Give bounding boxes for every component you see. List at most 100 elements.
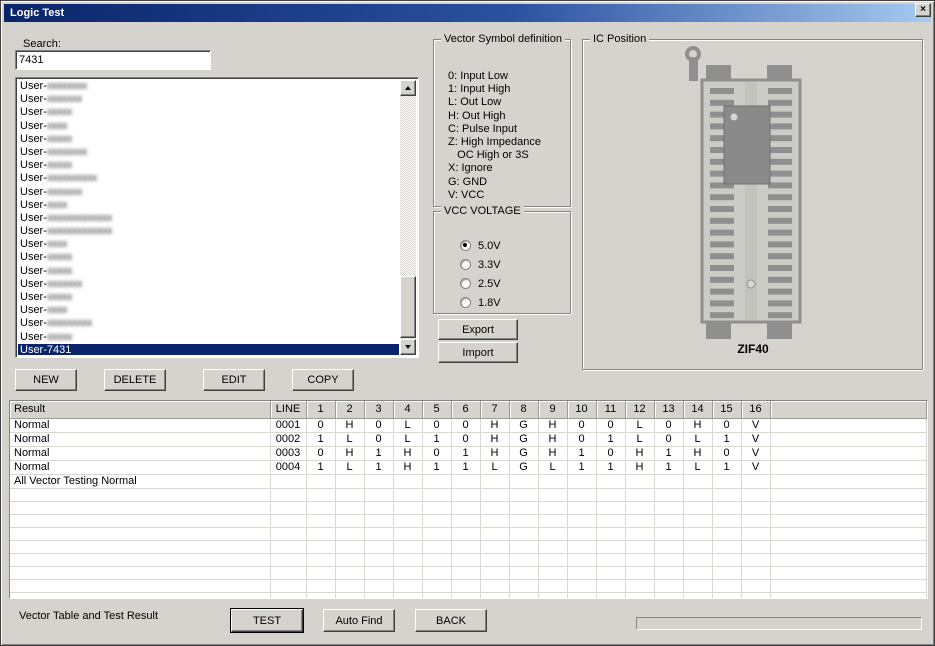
pin-cell: H: [480, 418, 509, 432]
pin-cell: [567, 540, 596, 553]
vector-symbol-line: X: Ignore: [448, 162, 541, 175]
vcc-option-3.3V[interactable]: 3.3V: [460, 255, 501, 274]
export-button[interactable]: Export: [438, 319, 518, 340]
list-item-prefix: User-: [20, 251, 47, 263]
vcc-voltage-group: VCC VOLTAGE 5.0V3.3V2.5V1.8V: [433, 211, 571, 314]
list-item[interactable]: User-xxxx: [18, 238, 399, 251]
title-bar[interactable]: Logic Test: [4, 4, 931, 22]
list-item-masked: xxxx: [47, 238, 67, 250]
empty-row: [10, 592, 927, 599]
list-item[interactable]: User-xxxxx: [18, 291, 399, 304]
pin-cell: [567, 553, 596, 566]
line-cell: 0002: [270, 432, 306, 446]
back-button[interactable]: BACK: [415, 609, 487, 632]
vector-row[interactable]: Normal00021L0L10HGH01L0L1V: [10, 432, 927, 446]
list-item[interactable]: User-xxxxxxxx: [18, 146, 399, 159]
result-cell: [10, 579, 270, 592]
list-item-masked: xxxxxxxxxxxxx: [47, 212, 112, 224]
pin-cell: [741, 514, 770, 527]
pin-cell: [306, 579, 335, 592]
pin-cell: [422, 566, 451, 579]
pin-cell: [567, 592, 596, 599]
pin-cell: V: [741, 418, 770, 432]
pin-cell: [596, 501, 625, 514]
list-item[interactable]: User-xxxx: [18, 304, 399, 317]
pin-cell: 1: [567, 460, 596, 474]
pin-cell: [712, 514, 741, 527]
list-item-masked: xxxxxxx: [47, 278, 82, 290]
pin-cell: [451, 474, 480, 488]
vcc-option-1.8V[interactable]: 1.8V: [460, 293, 501, 312]
list-item[interactable]: User-xxxxxxxxx: [18, 317, 399, 330]
col-header: 16: [741, 401, 770, 418]
pin-cell: 0: [306, 446, 335, 460]
vector-row[interactable]: Normal00041L1H11LGL11H1L1V: [10, 460, 927, 474]
vector-symbol-line: V: VCC: [448, 189, 541, 202]
list-item-selected[interactable]: User-7431: [18, 344, 399, 355]
list-item[interactable]: User-xxxxxxx: [18, 186, 399, 199]
device-listbox[interactable]: User-xxxxxxxxUser-xxxxxxxUser-xxxxxUser-…: [15, 77, 419, 358]
list-item-prefix: User-: [20, 199, 47, 211]
pin-cell: [654, 579, 683, 592]
vector-table-container[interactable]: ResultLINE12345678910111213141516Normal0…: [9, 400, 928, 599]
delete-button[interactable]: DELETE: [104, 369, 166, 391]
result-cell: Normal: [10, 446, 270, 460]
listbox-scrollbar[interactable]: [400, 80, 416, 355]
copy-button[interactable]: COPY: [292, 369, 354, 391]
pin-cell: [683, 514, 712, 527]
close-button[interactable]: ×: [915, 3, 931, 17]
pin-cell: [741, 553, 770, 566]
scroll-up-button[interactable]: [400, 80, 416, 96]
list-item[interactable]: User-xxxxx: [18, 106, 399, 119]
pin-cell: [306, 501, 335, 514]
list-item[interactable]: User-xxxxx: [18, 133, 399, 146]
list-item-masked: xxxxx: [47, 106, 72, 118]
list-item[interactable]: User-xxxx: [18, 120, 399, 133]
list-item[interactable]: User-xxxxxxx: [18, 93, 399, 106]
pin-cell: 0: [567, 418, 596, 432]
vcc-option-5.0V[interactable]: 5.0V: [460, 236, 501, 255]
line-cell: [270, 527, 306, 540]
vector-row[interactable]: Normal00030H1H01HGH10H1H0V: [10, 446, 927, 460]
list-item[interactable]: User-xxxxx: [18, 331, 399, 344]
pin-cell: [335, 553, 364, 566]
pin-cell: [741, 579, 770, 592]
list-item-masked: xxxxx: [47, 331, 72, 343]
pin-cell: [596, 514, 625, 527]
edit-button[interactable]: EDIT: [203, 369, 265, 391]
vector-row[interactable]: Normal00010H0L00HGH00L0H0V: [10, 418, 927, 432]
pin-cell: [306, 566, 335, 579]
arrow-up-icon: [405, 86, 411, 90]
pin-cell: L: [625, 418, 654, 432]
import-button[interactable]: Import: [438, 342, 518, 363]
list-item-masked: xxxxxxxxx: [47, 317, 92, 329]
list-item-prefix: User-: [20, 265, 47, 277]
list-item[interactable]: User-xxxxx: [18, 251, 399, 264]
col-header: 9: [538, 401, 567, 418]
list-item[interactable]: User-xxxxxxxx: [18, 80, 399, 93]
pin-cell: [683, 540, 712, 553]
list-item[interactable]: User-xxxxxxx: [18, 278, 399, 291]
list-item[interactable]: User-xxxxxxxxxx: [18, 172, 399, 185]
search-input[interactable]: [15, 50, 211, 70]
pin-cell: [712, 566, 741, 579]
vcc-option-label: 1.8V: [478, 297, 501, 309]
pin-cell: [451, 501, 480, 514]
list-item-prefix: User-: [20, 93, 47, 105]
list-item[interactable]: User-xxxxx: [18, 265, 399, 278]
list-item-masked: xxxx: [47, 120, 67, 132]
list-item-masked: xxxxxxxxxxxxx: [47, 225, 112, 237]
scroll-down-button[interactable]: [400, 339, 416, 355]
auto-find-button[interactable]: Auto Find: [323, 609, 395, 632]
scrollbar-thumb[interactable]: [400, 276, 416, 338]
test-button[interactable]: TEST: [231, 609, 303, 632]
vcc-option-2.5V[interactable]: 2.5V: [460, 274, 501, 293]
list-item[interactable]: User-xxxxxxxxxxxxx: [18, 225, 399, 238]
list-item-masked: xxxxxxxx: [47, 80, 87, 92]
pin-cell: [306, 592, 335, 599]
list-item[interactable]: User-xxxx: [18, 199, 399, 212]
list-item[interactable]: User-xxxxxxxxxxxxx: [18, 212, 399, 225]
new-button[interactable]: NEW: [15, 369, 77, 391]
list-item-prefix: User-: [20, 133, 47, 145]
list-item[interactable]: User-xxxxx: [18, 159, 399, 172]
